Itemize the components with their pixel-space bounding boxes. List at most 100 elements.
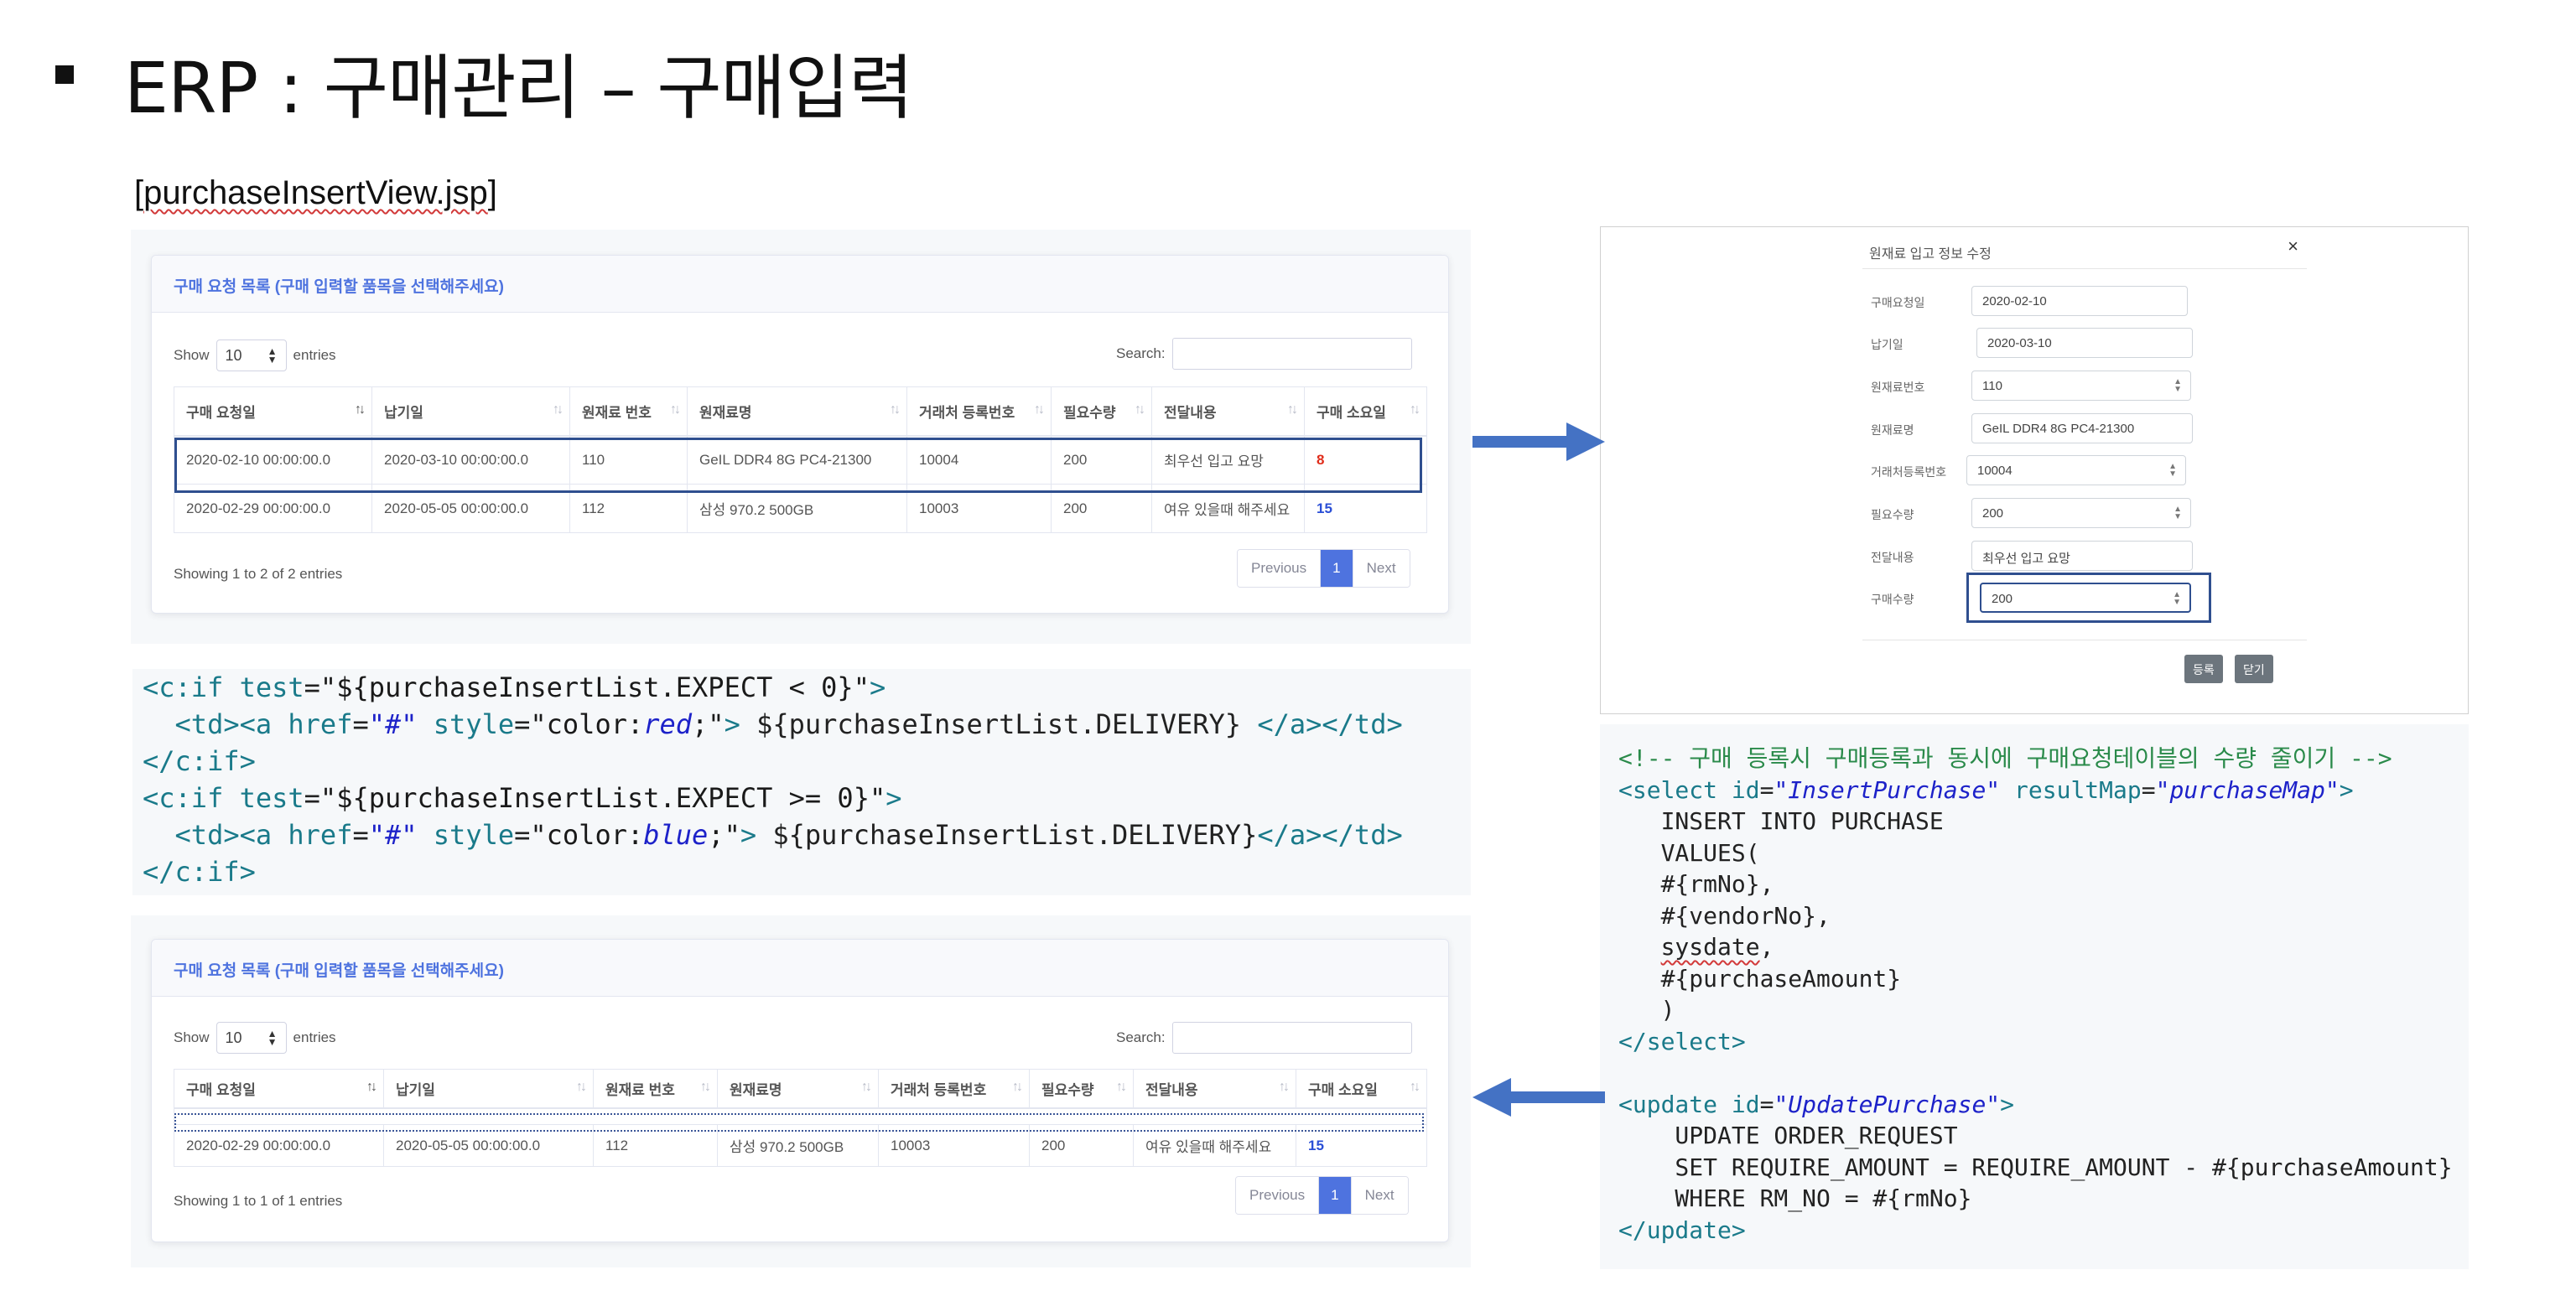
code-token: <update (1618, 1090, 1732, 1118)
code-line: <c:if test="${purchaseInsertList.EXPECT … (143, 669, 1461, 706)
field-label: 거래처등록번호 (1871, 465, 1947, 479)
code-token: <td><a (143, 708, 288, 740)
code-token: id (1731, 1090, 1760, 1118)
field-value: 10004 (1977, 464, 2012, 478)
top-showing-info: Showing 1 to 2 of 2 entries (174, 566, 343, 582)
removed-row-marker (174, 1113, 1424, 1132)
modal-close-button[interactable]: 닫기 (2235, 655, 2273, 683)
code-token: ;" (692, 708, 724, 740)
bottom-col-message[interactable]: 전달내용 ↑↓ (1133, 1069, 1296, 1109)
code-line: <td><a href="#" style="color:red;"> ${pu… (143, 706, 1461, 743)
vendor-no-input[interactable]: 10004 ▲ ▼ (1966, 455, 2186, 485)
material-no-input[interactable]: 110 ▲ ▼ (1971, 371, 2191, 401)
field-label: 필요수량 (1871, 508, 1914, 521)
top-search-input[interactable] (1171, 338, 1412, 370)
sort-asc-icon: ↑↓ (366, 1080, 377, 1094)
code-line: <c:if test="${purchaseInsertList.EXPECT … (143, 780, 1461, 816)
sort-asc-icon: ↑↓ (355, 402, 366, 417)
code-token: test (239, 671, 304, 703)
code-token: "color: (530, 819, 644, 851)
code-token: "#" (368, 819, 418, 851)
code-token: test (239, 782, 304, 814)
top-col-material-no[interactable]: 원재료 번호 ↑↓ (569, 386, 688, 437)
sort-icon: ↑↓ (670, 402, 681, 417)
code-token: red (643, 708, 693, 740)
bottom-col-lead-days[interactable]: 구매 소요일 ↑↓ (1296, 1069, 1427, 1109)
top-col-label: 거래처 등록번호 (919, 404, 1015, 421)
bottom-page-1-button[interactable]: 1 (1319, 1177, 1352, 1214)
purchase-qty-highlight (1966, 573, 2211, 623)
purchase-modal-screenshot: 원재료 입고 정보 수정 × 구매요청일 2020-02-10 납기일 2020… (1600, 226, 2469, 714)
top-prev-button[interactable]: Previous (1238, 550, 1322, 587)
top-search: Search: (1116, 338, 1412, 370)
material-name-input[interactable]: GeIL DDR4 8G PC4-21300 (1971, 413, 2193, 443)
top-col-material-name[interactable]: 원재료명 ↑↓ (687, 386, 907, 437)
required-qty-input[interactable]: 200 ▲ ▼ (1971, 498, 2191, 528)
sort-icon: ↑↓ (1116, 1080, 1127, 1094)
code-line: VALUES( (1618, 838, 1760, 867)
bottom-col-request-date[interactable]: 구매 요청일 ↑↓ (174, 1069, 384, 1109)
due-date-input[interactable]: 2020-03-10 (1976, 328, 2193, 358)
top-table-header-row: 구매 요청일 ↑↓ 납기일 ↑↓ 원재료 번호 ↑↓ 원재료명 ↑↓ 거래처 등록번호 ↑… (174, 386, 1427, 437)
bottom-prev-button[interactable]: Previous (1236, 1177, 1320, 1214)
bottom-select-arrows-icon: ▲ ▼ (267, 1028, 278, 1048)
top-col-label: 필요수량 (1063, 404, 1116, 421)
top-page-1-button[interactable]: 1 (1321, 550, 1353, 587)
bottom-search-input[interactable] (1171, 1022, 1412, 1054)
bottom-table-card: 구매 요청 목록 (구매 입력할 품목을 선택해주세요) Show 10 ▲ ▼ e… (151, 939, 1449, 1242)
sort-icon: ↑↓ (1410, 1080, 1420, 1094)
top-col-label: 전달내용 (1164, 404, 1217, 421)
top-next-button[interactable]: Next (1353, 550, 1410, 587)
code-token: = (514, 708, 531, 740)
top-entries-value: 10 (225, 347, 242, 364)
code-token: <td><a (143, 819, 288, 851)
modal-header: 원재료 입고 정보 수정 × (1862, 227, 2307, 269)
field-value: GeIL DDR4 8G PC4-21300 (1982, 422, 2135, 436)
sort-icon: ↑↓ (1279, 1080, 1290, 1094)
bottom-col-material-no[interactable]: 원재료 번호 ↑↓ (593, 1069, 718, 1109)
top-col-vendor-no[interactable]: 거래처 등록번호 ↑↓ (906, 386, 1052, 437)
top-col-request-date[interactable]: 구매 요청일 ↑↓ (174, 386, 372, 437)
bottom-col-label: 납기일 (396, 1081, 435, 1098)
request-date-input[interactable]: 2020-02-10 (1971, 286, 2188, 316)
field-value: 200 (1982, 506, 2004, 521)
bottom-col-vendor-no[interactable]: 거래처 등록번호 ↑↓ (878, 1069, 1030, 1109)
top-col-label: 구매 소요일 (1317, 404, 1386, 421)
top-col-lead-days[interactable]: 구매 소요일 ↑↓ (1304, 386, 1427, 437)
top-col-required-qty[interactable]: 필요수량 ↑↓ (1051, 386, 1152, 437)
lead-days-link[interactable]: 15 (1317, 500, 1332, 516)
top-entries-label: entries (293, 347, 336, 363)
bottom-entries-select[interactable]: 10 ▲ ▼ (216, 1022, 287, 1054)
code-token: </a></td> (1257, 819, 1403, 851)
sort-icon: ↑↓ (1034, 402, 1045, 417)
close-icon[interactable]: × (2288, 236, 2298, 257)
top-entries-select[interactable]: 10 ▲ ▼ (216, 340, 287, 371)
top-col-label: 납기일 (384, 404, 423, 421)
code-token: "${purchaseInsertList.EXPECT >= 0}" (319, 782, 886, 814)
bottom-search: Search: (1116, 1022, 1412, 1054)
bottom-col-due-date[interactable]: 납기일 ↑↓ (383, 1069, 594, 1109)
bottom-col-material-name[interactable]: 원재료명 ↑↓ (717, 1069, 879, 1109)
register-button[interactable]: 등록 (2184, 655, 2223, 683)
sort-icon: ↑↓ (890, 402, 901, 417)
bottom-col-label: 필요수량 (1041, 1081, 1094, 1098)
code-line: WHERE RM_NO = #{rmNo} (1618, 1184, 1972, 1212)
code-token: href (288, 708, 353, 740)
message-input[interactable]: 최우선 입고 요망 (1971, 541, 2193, 571)
top-col-label: 원재료명 (699, 404, 752, 421)
code-token: id (1731, 775, 1760, 804)
code-line: <select id="InsertPurchase" resultMap="p… (1618, 775, 2450, 806)
lead-days-link[interactable]: 15 (1308, 1138, 1324, 1153)
bottom-next-button[interactable]: Next (1351, 1177, 1408, 1214)
field-value: 최우선 입고 요망 (1982, 552, 2070, 566)
field-label: 납기일 (1871, 338, 1903, 351)
bottom-table-header-row: 구매 요청일 ↑↓ 납기일 ↑↓ 원재료 번호 ↑↓ 원재료명 ↑↓ 거래처 등록번호 ↑… (174, 1069, 1427, 1109)
code-token: = (304, 782, 320, 814)
code-token: sysdate (1660, 933, 1760, 961)
spinner-icon: ▲ ▼ (2174, 505, 2182, 521)
code-line: INSERT INTO PURCHASE (1618, 807, 1944, 835)
top-col-message[interactable]: 전달내용 ↑↓ (1151, 386, 1305, 437)
top-col-due-date[interactable]: 납기일 ↑↓ (371, 386, 570, 437)
bottom-col-required-qty[interactable]: 필요수량 ↑↓ (1029, 1069, 1134, 1109)
